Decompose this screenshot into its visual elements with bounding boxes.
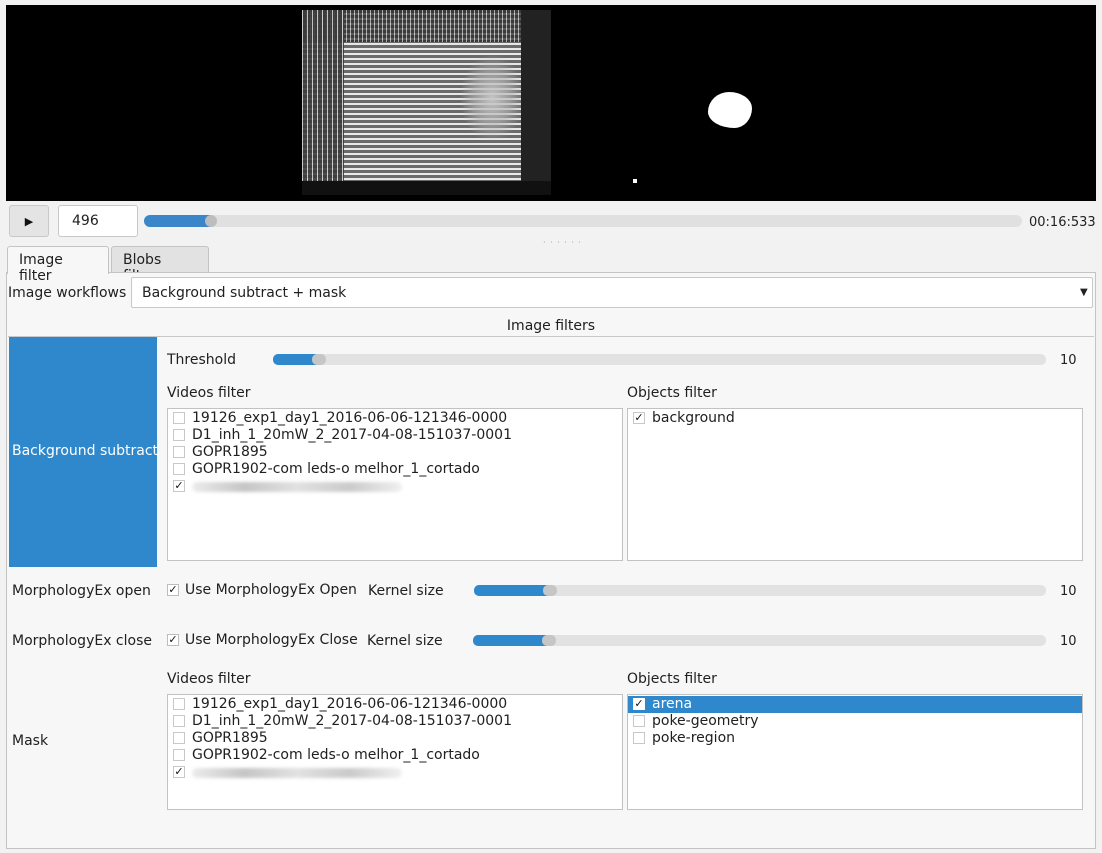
list-item-label: poke-geometry	[652, 713, 759, 729]
list-item-label: GOPR1895	[192, 444, 268, 460]
list-item-checkbox[interactable]	[173, 749, 185, 761]
list-item-label: poke-region	[652, 730, 736, 746]
dropdown-arrow-icon[interactable]: ▼	[1080, 283, 1090, 303]
open-kernel-slider-handle[interactable]	[543, 585, 557, 596]
open-kernel-size-label: Kernel size	[368, 583, 444, 599]
list-item-label: D1_inh_1_20mW_2_2017-04-08-151037-0001	[192, 713, 512, 729]
threshold-label: Threshold	[167, 352, 236, 368]
close-kernel-slider-fill	[473, 635, 549, 646]
list-item[interactable]: 19126_exp1_day1_2016-06-06-121346-0000	[168, 410, 622, 427]
use-morphology-open-checkbox[interactable]: ✓ Use MorphologyEx Open	[167, 582, 357, 598]
splitter-handle[interactable]: · · · · · ·	[543, 238, 582, 247]
list-item-label: GOPR1895	[192, 730, 268, 746]
mask-objects-list[interactable]: ✓ arena poke-geometry poke-region	[627, 694, 1083, 810]
bg-videos-list[interactable]: 19126_exp1_day1_2016-06-06-121346-0000 D1…	[167, 408, 623, 561]
seek-slider[interactable]	[144, 215, 1022, 227]
mask-objects-filter-label: Objects filter	[627, 671, 717, 687]
list-item-checkbox[interactable]	[633, 715, 645, 727]
list-item-label: GOPR1902-com leds-o melhor_1_cortado	[192, 747, 480, 763]
list-item-checkbox[interactable]: ✓	[633, 412, 645, 424]
threshold-value: 10	[1060, 353, 1077, 368]
checkbox-box: ✓	[167, 583, 179, 596]
list-item[interactable]: GOPR1902-com leds-o melhor_1_cortado	[168, 461, 622, 478]
list-item-checkbox[interactable]	[173, 463, 185, 475]
use-morphology-close-label: Use MorphologyEx Close	[185, 632, 358, 648]
videos-filter-label: Videos filter	[167, 385, 251, 401]
close-kernel-value: 10	[1060, 634, 1077, 649]
noise-pixel	[633, 179, 637, 183]
play-button[interactable]: ▶	[9, 205, 49, 237]
original-frame-image	[302, 10, 551, 195]
open-kernel-slider-fill	[474, 585, 550, 596]
play-icon: ▶	[24, 214, 34, 228]
redacted-video-name	[192, 482, 402, 492]
list-item-label: 19126_exp1_day1_2016-06-06-121346-0000	[192, 696, 508, 712]
list-item[interactable]: 19126_exp1_day1_2016-06-06-121346-0000	[168, 696, 622, 713]
list-item[interactable]: poke-geometry	[628, 713, 1082, 730]
list-item-checkbox[interactable]: ✓	[173, 480, 185, 492]
time-display: 00:16:533	[1029, 215, 1096, 230]
list-item-checkbox[interactable]	[633, 732, 645, 744]
list-item-checkbox[interactable]	[173, 446, 185, 458]
workflow-select[interactable]: Background subtract + mask ▼	[131, 277, 1093, 308]
tab-image-filter[interactable]: Image filter	[7, 246, 109, 284]
list-item-label: D1_inh_1_20mW_2_2017-04-08-151037-0001	[192, 427, 512, 443]
workflow-selected-value: Background subtract + mask	[142, 285, 347, 301]
close-kernel-size-slider[interactable]	[473, 635, 1046, 646]
mask-videos-filter-label: Videos filter	[167, 671, 251, 687]
use-morphology-close-checkbox[interactable]: ✓ Use MorphologyEx Close	[167, 632, 358, 648]
background-subtract-label[interactable]: Background subtract	[12, 443, 158, 459]
list-item[interactable]: D1_inh_1_20mW_2_2017-04-08-151037-0001	[168, 427, 622, 444]
threshold-slider-handle[interactable]	[312, 354, 326, 365]
use-morphology-open-label: Use MorphologyEx Open	[185, 582, 357, 598]
close-kernel-slider-handle[interactable]	[542, 635, 556, 646]
list-item[interactable]: ✓ arena	[628, 696, 1082, 713]
objects-filter-label: Objects filter	[627, 385, 717, 401]
redacted-video-name	[192, 768, 402, 778]
workflow-label: Image workflows	[8, 285, 127, 301]
list-item[interactable]: GOPR1902-com leds-o melhor_1_cortado	[168, 747, 622, 764]
list-item-checkbox[interactable]: ✓	[633, 698, 645, 710]
list-item[interactable]: ✓ background	[628, 410, 1082, 427]
video-display	[6, 5, 1096, 201]
list-item-label: 19126_exp1_day1_2016-06-06-121346-0000	[192, 410, 508, 426]
list-item-checkbox[interactable]	[173, 732, 185, 744]
list-item-label: GOPR1902-com leds-o melhor_1_cortado	[192, 461, 480, 477]
list-item-checkbox[interactable]	[173, 429, 185, 441]
list-item[interactable]: ✓	[168, 478, 622, 495]
list-item-checkbox[interactable]: ✓	[173, 766, 185, 778]
threshold-slider[interactable]	[273, 354, 1046, 365]
list-item-checkbox[interactable]	[173, 412, 185, 424]
close-kernel-size-label: Kernel size	[367, 633, 443, 649]
list-item[interactable]: GOPR1895	[168, 444, 622, 461]
mask-videos-list[interactable]: 19126_exp1_day1_2016-06-06-121346-0000 D1…	[167, 694, 623, 810]
morphology-close-label[interactable]: MorphologyEx close	[12, 633, 152, 649]
tab-blobs-filter[interactable]: Blobs filter	[111, 246, 209, 284]
list-item-checkbox[interactable]	[173, 698, 185, 710]
list-item-label: arena	[652, 696, 693, 712]
seek-slider-fill	[144, 215, 211, 227]
frame-number-input[interactable]: 496	[58, 205, 138, 237]
seek-slider-handle[interactable]	[205, 215, 217, 227]
checkbox-box: ✓	[167, 633, 179, 646]
list-item-checkbox[interactable]	[173, 715, 185, 727]
morphology-open-label[interactable]: MorphologyEx open	[12, 583, 151, 599]
list-item[interactable]: ✓	[168, 764, 622, 781]
image-filters-title: Image filters	[506, 318, 596, 334]
list-item-label: background	[652, 410, 735, 426]
list-item[interactable]: poke-region	[628, 730, 1082, 747]
list-item[interactable]: GOPR1895	[168, 730, 622, 747]
list-item[interactable]: D1_inh_1_20mW_2_2017-04-08-151037-0001	[168, 713, 622, 730]
open-kernel-size-slider[interactable]	[474, 585, 1046, 596]
mask-label[interactable]: Mask	[12, 733, 48, 749]
bg-objects-list[interactable]: ✓ background	[627, 408, 1083, 561]
open-kernel-value: 10	[1060, 584, 1077, 599]
detected-blob	[708, 92, 752, 128]
